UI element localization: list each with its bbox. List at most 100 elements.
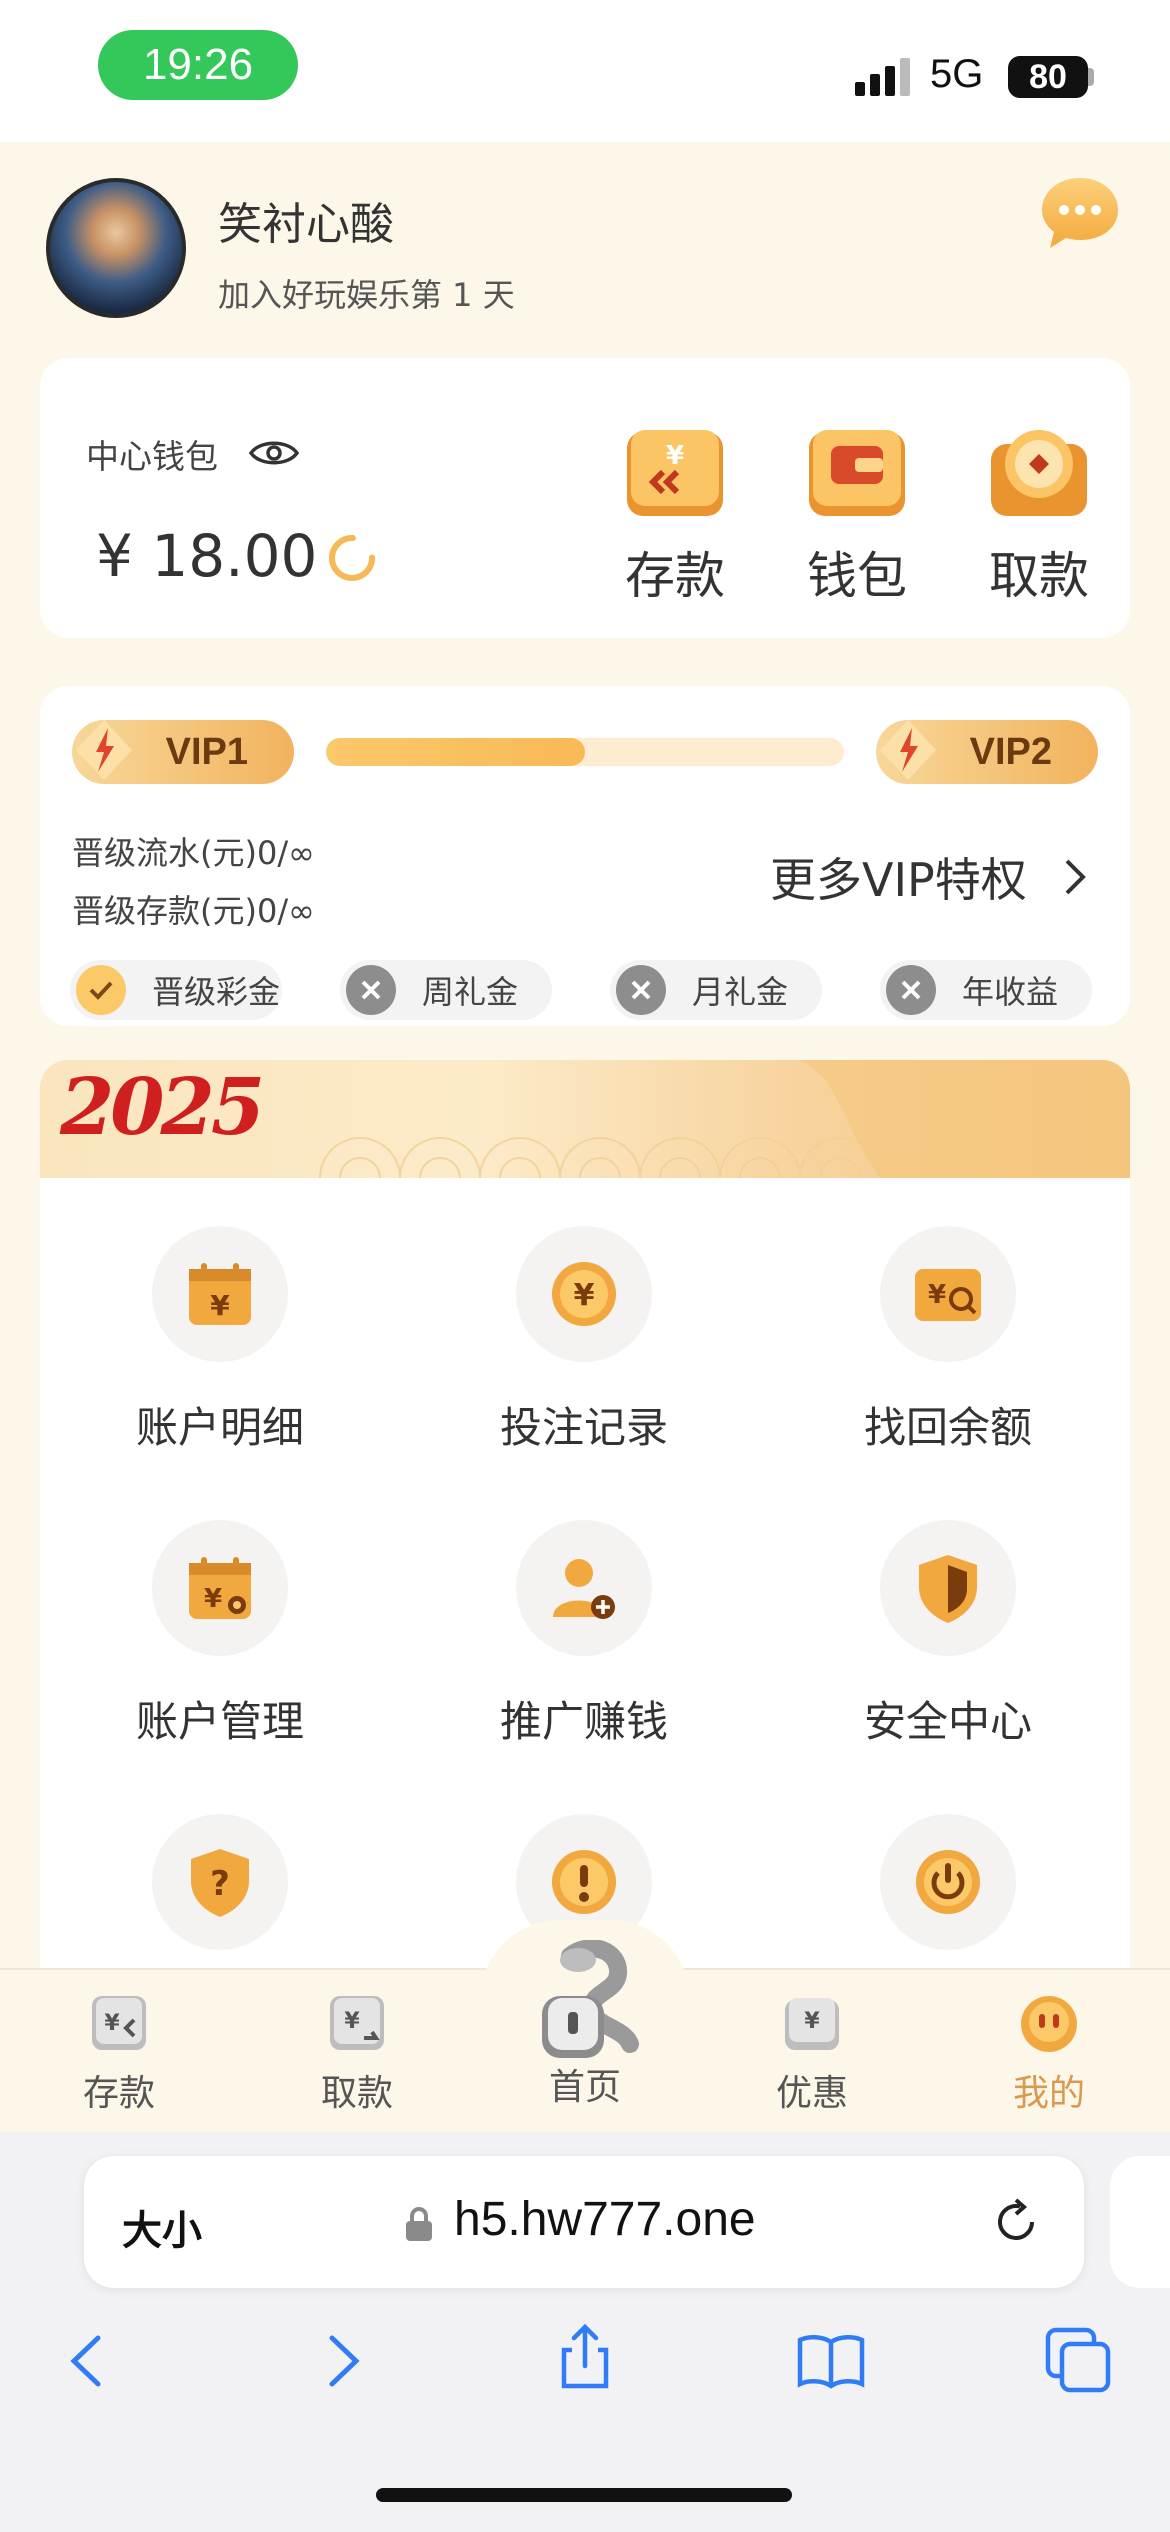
logout-icon — [880, 1814, 1016, 1950]
withdraw-button[interactable]: 取款 — [964, 424, 1114, 624]
status-time: 19:26 — [98, 30, 298, 100]
recover-balance-icon: ¥ — [880, 1226, 1016, 1362]
svg-text:¥: ¥ — [104, 2011, 120, 2036]
refresh-icon[interactable] — [326, 532, 378, 584]
cross-icon — [616, 965, 666, 1015]
text-size-button[interactable]: 大小 — [122, 2198, 202, 2256]
battery-icon: 80 — [1008, 56, 1088, 98]
avatar[interactable] — [46, 178, 186, 318]
banner-year: 2025 — [60, 1062, 265, 1153]
account-manage-icon: ¥ — [152, 1520, 288, 1656]
help-icon: ? — [152, 1814, 288, 1950]
deposit-button[interactable]: ¥ 存款 — [600, 424, 750, 624]
cross-icon — [886, 965, 936, 1015]
wallet-icon — [809, 430, 905, 516]
svg-text:¥: ¥ — [204, 1584, 222, 1614]
perk-label: 晋级彩金 — [152, 973, 281, 1011]
lock-icon — [406, 2207, 432, 2241]
menu-item-logout[interactable] — [818, 1814, 1078, 1982]
withdraw-tab-icon: ¥ — [330, 1996, 384, 2050]
wallet-label: 中心钱包 — [86, 437, 218, 476]
chevron-right-icon[interactable] — [1062, 856, 1088, 898]
perk-yearly-income: 年收益 — [880, 960, 1092, 1020]
withdraw-icon — [991, 430, 1087, 516]
bookmarks-icon[interactable] — [796, 2326, 866, 2396]
bet-record-icon: ¥ — [516, 1226, 652, 1362]
promo-tab-icon: ¥ — [785, 1998, 839, 2050]
menu-item-recover-balance[interactable]: ¥ 找回余额 — [818, 1226, 1078, 1455]
security-center-icon — [880, 1520, 1016, 1656]
vip-progress-track — [326, 738, 844, 766]
menu-item-security-center[interactable]: 安全中心 — [818, 1520, 1078, 1749]
forward-icon[interactable] — [306, 2326, 376, 2396]
menu-item-promote-earn[interactable]: 推广赚钱 — [454, 1520, 714, 1749]
lightning-icon — [76, 720, 132, 780]
tab-home[interactable]: 首页 — [495, 1940, 675, 2110]
withdraw-label: 取款 — [989, 547, 1089, 605]
tab-promo[interactable]: ¥ 优惠 — [722, 1990, 902, 2116]
perk-weekly-gift: 周礼金 — [340, 960, 552, 1020]
svg-text:¥: ¥ — [344, 2009, 360, 2034]
perk-label: 年收益 — [962, 973, 1059, 1011]
perk-label: 周礼金 — [422, 973, 519, 1011]
tab-label: 首页 — [548, 2067, 621, 2108]
lightning-icon — [880, 720, 936, 780]
home-indicator — [376, 2488, 792, 2502]
svg-text:¥: ¥ — [928, 1280, 946, 1310]
username: 笑衬心酸 — [218, 199, 394, 250]
check-icon — [76, 965, 126, 1015]
promote-earn-icon — [516, 1520, 652, 1656]
eye-icon[interactable] — [248, 436, 300, 470]
next-tab-preview[interactable] — [1110, 2156, 1170, 2288]
perk-upgrade-bonus: 晋级彩金 — [70, 960, 282, 1020]
wallet-balance: ¥ 18.00 — [96, 522, 318, 590]
menu-item-account-manage[interactable]: ¥ 账户管理 — [90, 1520, 350, 1749]
reload-icon[interactable] — [990, 2196, 1042, 2248]
battery-tip — [1088, 68, 1094, 86]
join-days: 加入好玩娱乐第 1 天 — [218, 276, 515, 314]
tabs-icon[interactable] — [1044, 2326, 1114, 2396]
menu-label: 投注记录 — [499, 1403, 668, 1452]
cross-icon — [346, 965, 396, 1015]
wallet-action-label: 钱包 — [807, 547, 907, 605]
vip-progress-fill — [326, 738, 585, 766]
tab-label: 取款 — [320, 2073, 393, 2114]
deposit-icon: ¥ — [627, 430, 723, 516]
menu-item-account-detail[interactable]: ¥ 账户明细 — [90, 1226, 350, 1455]
deposit-label: 存款 — [625, 547, 725, 605]
chat-bubble-icon[interactable] — [1040, 174, 1120, 250]
home-snake-icon — [542, 1940, 639, 2058]
account-detail-icon: ¥ — [152, 1226, 288, 1362]
more-vip-link[interactable]: 更多VIP特权 — [770, 844, 1027, 910]
deposit-tab-icon: ¥ — [92, 1996, 146, 2050]
menu-label: 推广赚钱 — [499, 1697, 668, 1746]
menu-label: 找回余额 — [863, 1403, 1032, 1452]
mine-tab-icon — [1021, 1996, 1077, 2052]
svg-text:¥: ¥ — [666, 441, 684, 471]
perk-label: 月礼金 — [692, 973, 789, 1011]
tab-label: 我的 — [1012, 2073, 1085, 2114]
tab-label: 优惠 — [775, 2073, 848, 2114]
tab-deposit[interactable]: ¥ 存款 — [29, 1990, 209, 2116]
network-type: 5G — [930, 52, 984, 96]
tab-mine[interactable]: 我的 — [959, 1990, 1139, 2116]
menu-label: 账户管理 — [135, 1697, 304, 1746]
svg-text:?: ? — [210, 1864, 230, 1904]
menu-label: 安全中心 — [863, 1697, 1032, 1746]
vip-turnover-requirement: 晋级流水(元)0/∞ — [72, 834, 315, 872]
menu-label: 账户明细 — [135, 1403, 304, 1452]
perk-monthly-gift: 月礼金 — [610, 960, 822, 1020]
url-text[interactable]: h5.hw777.one — [454, 2192, 756, 2247]
cellular-signal-icon — [855, 58, 915, 96]
tab-label: 存款 — [82, 2073, 155, 2114]
tab-withdraw[interactable]: ¥ 取款 — [267, 1990, 447, 2116]
svg-text:¥: ¥ — [574, 1278, 595, 1313]
svg-text:¥: ¥ — [804, 2009, 820, 2034]
back-icon[interactable] — [54, 2326, 124, 2396]
menu-item-help[interactable]: ? — [90, 1814, 350, 1982]
wallet-button[interactable]: 钱包 — [782, 424, 932, 624]
svg-text:¥: ¥ — [210, 1289, 230, 1322]
vip-deposit-requirement: 晋级存款(元)0/∞ — [72, 892, 315, 930]
menu-item-bet-record[interactable]: ¥ 投注记录 — [454, 1226, 714, 1455]
share-icon[interactable] — [550, 2322, 620, 2392]
